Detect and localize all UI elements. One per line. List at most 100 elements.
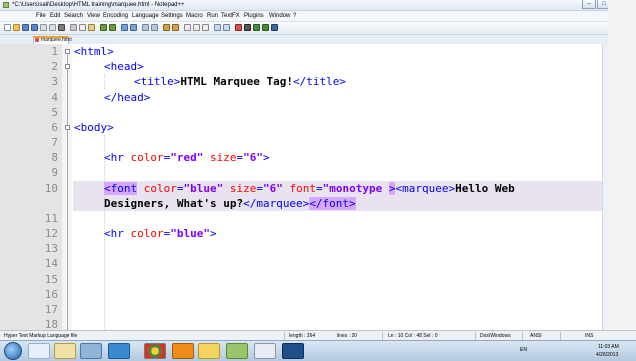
fold-toggle-body[interactable]	[65, 125, 70, 130]
value-token: "blue"	[170, 227, 210, 240]
menu-macro[interactable]: Macro	[186, 11, 203, 21]
save-macro-icon[interactable]	[271, 24, 278, 31]
taskbar-notepadpp-icon[interactable]	[226, 343, 248, 359]
editor-area[interactable]: 1 2 3 4 5 6 7 8 9 10 11 12 13 14 15 16 1…	[0, 44, 602, 330]
zoom-out-icon[interactable]	[151, 24, 158, 31]
sync-scroll-v-icon[interactable]	[163, 24, 170, 31]
copy-icon[interactable]	[79, 24, 86, 31]
stop-macro-icon[interactable]	[244, 24, 251, 31]
taskbar: EN 11:03 AM 4/26/2013	[0, 340, 636, 361]
attribute-token: color	[130, 151, 164, 164]
unfold-icon[interactable]	[223, 24, 230, 31]
attribute-token: color	[137, 182, 177, 195]
unsaved-file-icon	[35, 38, 39, 42]
line-number: 10	[44, 182, 58, 195]
show-all-chars-icon[interactable]	[193, 24, 200, 31]
close-file-icon[interactable]	[40, 24, 47, 31]
title-bar: *C:\Users\sali\Desktop\HTML training\mar…	[0, 0, 636, 11]
taskbar-media-icon[interactable]	[80, 343, 102, 359]
value-token: "monotype	[322, 182, 389, 195]
code-line-1: <html>	[74, 44, 114, 59]
text-token: Hello Web	[455, 182, 515, 195]
attribute-token: font	[282, 182, 316, 195]
save-icon[interactable]	[22, 24, 29, 31]
fold-line	[67, 54, 68, 330]
undo-icon[interactable]	[100, 24, 107, 31]
line-number: 7	[51, 136, 58, 149]
menu-window[interactable]: Window	[269, 11, 290, 21]
menu-view[interactable]: View	[87, 11, 100, 21]
tag-token: <marquee>	[395, 182, 456, 195]
menu-run[interactable]: Run	[207, 11, 218, 21]
status-divider	[284, 332, 285, 340]
menu-textfx[interactable]: TextFX	[221, 11, 240, 21]
taskbar-notes-icon[interactable]	[198, 343, 220, 359]
code-line-10-wrap: Designers, What's up?</marquee></font>	[104, 196, 356, 211]
taskbar-explorer-icon[interactable]	[28, 343, 50, 359]
tag-token: <head>	[104, 60, 144, 73]
taskbar-chrome-icon[interactable]	[144, 343, 166, 359]
value-token: "6"	[243, 151, 263, 164]
run-macro-multiple-icon[interactable]	[262, 24, 269, 31]
menu-encoding[interactable]: Encoding	[103, 11, 128, 21]
wrap-icon[interactable]	[184, 24, 191, 31]
tray-date[interactable]: 4/26/2013	[596, 352, 618, 358]
tag-token: </font>	[309, 197, 356, 210]
taskbar-ie-icon[interactable]	[108, 343, 130, 359]
tag-token: <hr	[104, 151, 131, 164]
menu-search[interactable]: Search	[64, 11, 83, 21]
menu-bar: File Edit Search View Encoding Language …	[0, 11, 636, 22]
tag-token: <html>	[74, 45, 114, 58]
taskbar-window-icon[interactable]	[254, 343, 276, 359]
sync-scroll-h-icon[interactable]	[172, 24, 179, 31]
line-number: 17	[44, 303, 58, 316]
value-token: "blue"	[183, 182, 224, 195]
taskbar-app-icon[interactable]	[282, 343, 304, 359]
code-line-3: <title>HTML Marquee Tag!</title>	[134, 74, 346, 89]
open-file-icon[interactable]	[13, 24, 20, 31]
print-icon[interactable]	[58, 24, 65, 31]
text-token: HTML Marquee Tag!	[180, 75, 293, 88]
line-number: 11	[44, 212, 58, 225]
tab-marquee-html[interactable]: marquee.html	[33, 36, 72, 44]
menu-file[interactable]: File	[36, 11, 46, 21]
menu-edit[interactable]: Edit	[50, 11, 60, 21]
taskbar-vlc-icon[interactable]	[172, 343, 194, 359]
menu-settings[interactable]: Settings	[161, 11, 183, 21]
replace-icon[interactable]	[130, 24, 137, 31]
tray-time[interactable]: 11:03 AM	[598, 344, 619, 350]
tab-label: marquee.html	[41, 37, 72, 43]
save-all-icon[interactable]	[31, 24, 38, 31]
menu-help[interactable]: ?	[293, 11, 296, 21]
zoom-in-icon[interactable]	[142, 24, 149, 31]
line-number: 6	[51, 121, 58, 134]
tag-token: </title>	[292, 75, 346, 88]
close-all-icon[interactable]	[49, 24, 56, 31]
tag-token: =	[176, 182, 184, 195]
fold-toggle-head[interactable]	[65, 64, 70, 69]
tag-token: =	[316, 182, 323, 195]
line-number: 2	[51, 60, 58, 73]
tag-token: <hr	[104, 227, 131, 240]
record-macro-icon[interactable]	[235, 24, 242, 31]
menu-language[interactable]: Language	[132, 11, 159, 21]
minimize-button[interactable]: –	[582, 0, 596, 9]
paste-icon[interactable]	[88, 24, 95, 31]
line-number: 16	[44, 288, 58, 301]
play-macro-icon[interactable]	[253, 24, 260, 31]
indent-guide-icon[interactable]	[202, 24, 209, 31]
start-button[interactable]	[4, 342, 22, 360]
cut-icon[interactable]	[70, 24, 77, 31]
value-token: "red"	[170, 151, 204, 164]
fold-icon[interactable]	[214, 24, 221, 31]
line-number: 15	[44, 273, 58, 286]
find-icon[interactable]	[121, 24, 128, 31]
redo-icon[interactable]	[109, 24, 116, 31]
menu-plugins[interactable]: Plugins	[244, 11, 264, 21]
taskbar-folder-icon[interactable]	[54, 343, 76, 359]
status-divider	[560, 332, 561, 340]
notepadpp-icon	[3, 2, 9, 8]
line-number: 4	[51, 91, 58, 104]
new-file-icon[interactable]	[4, 24, 11, 31]
tray-language[interactable]: EN	[520, 347, 527, 353]
